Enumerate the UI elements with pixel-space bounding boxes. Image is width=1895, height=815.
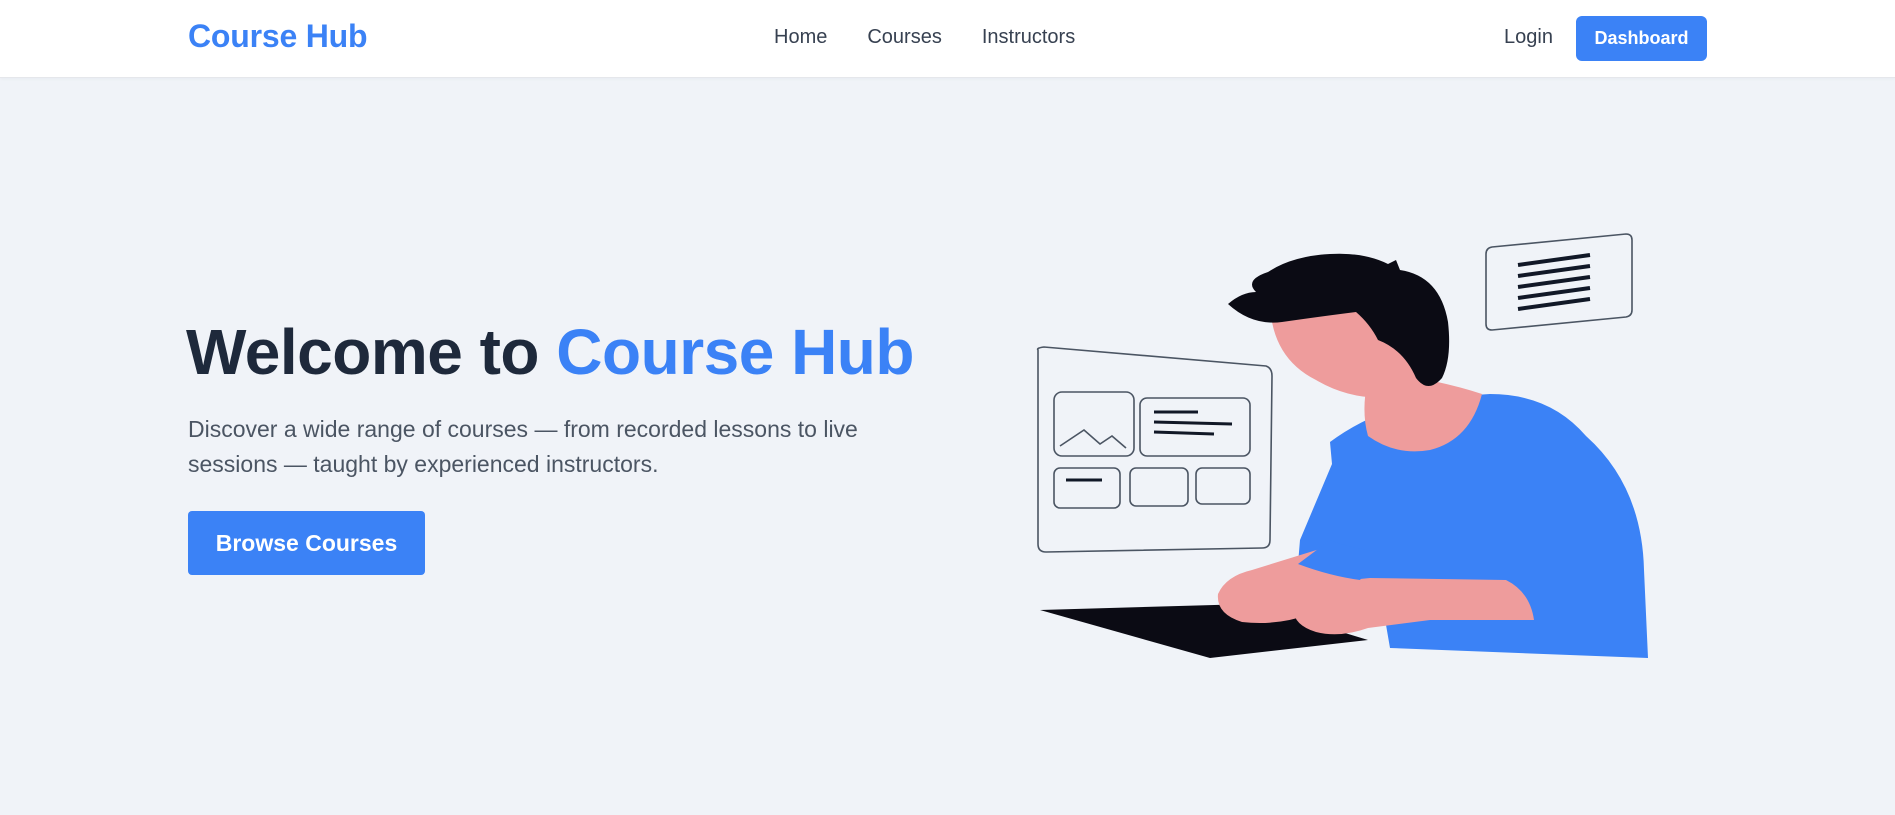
nav-instructors[interactable]: Instructors	[982, 26, 1075, 49]
nav-courses[interactable]: Courses	[867, 26, 941, 49]
hero-title-prefix: Welcome to	[186, 316, 557, 388]
dashboard-button[interactable]: Dashboard	[1576, 16, 1707, 61]
dashboard-card-icon	[1036, 346, 1273, 553]
hero-description: Discover a wide range of courses — from …	[188, 416, 858, 477]
login-link[interactable]: Login	[1504, 26, 1553, 49]
top-navbar: Course Hub Home Courses Instructors Logi…	[0, 0, 1895, 78]
browse-courses-button[interactable]: Browse Courses	[188, 511, 425, 575]
hero-title: Welcome to Course Hub	[186, 315, 914, 389]
main-nav: Home Courses Instructors	[774, 26, 1075, 49]
nav-home[interactable]: Home	[774, 26, 827, 49]
message-card-icon	[1485, 233, 1633, 331]
hero-title-accent: Course Hub	[556, 316, 914, 388]
hero-illustration	[1036, 233, 1648, 658]
brand-logo[interactable]: Course Hub	[188, 18, 368, 55]
